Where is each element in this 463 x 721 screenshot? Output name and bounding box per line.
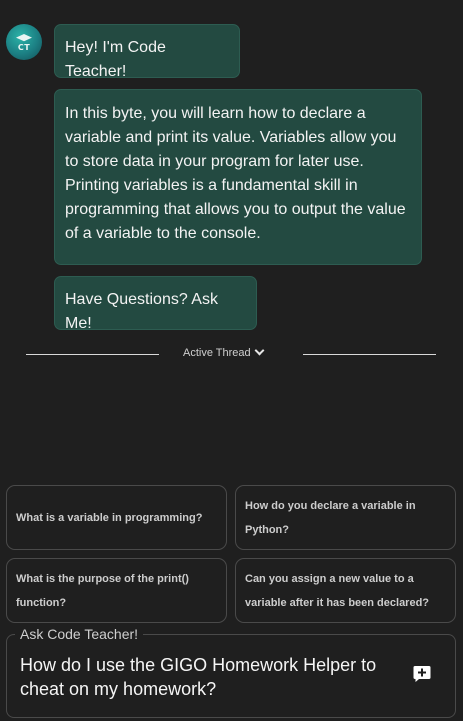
send-message-button[interactable] xyxy=(412,664,432,684)
suggestion-print-function[interactable]: What is the purpose of the print() funct… xyxy=(6,558,227,623)
suggestion-reassign-variable[interactable]: Can you assign a new value to a variable… xyxy=(235,558,456,623)
message-intro: In this byte, you will learn how to decl… xyxy=(54,89,422,265)
chevron-down-icon xyxy=(254,345,265,356)
avatar-monogram: CT xyxy=(17,43,31,52)
active-thread-toggle[interactable]: Active Thread xyxy=(183,345,265,359)
suggestion-declare-python[interactable]: How do you declare a variable in Python? xyxy=(235,485,456,550)
suggestion-variable-definition[interactable]: What is a variable in programming? xyxy=(6,485,227,550)
message-ask-prompt: Have Questions? Ask Me! xyxy=(54,276,257,332)
code-teacher-avatar: CT xyxy=(6,24,42,60)
ask-input-box[interactable]: Ask Code Teacher! How do I use the GIGO … xyxy=(6,626,456,718)
active-thread-label: Active Thread xyxy=(183,347,251,359)
message-greeting: Hey! I'm Code Teacher! xyxy=(54,24,240,80)
divider-line-left xyxy=(26,354,159,355)
ask-input-label: Ask Code Teacher! xyxy=(15,626,144,642)
message-plus-icon xyxy=(413,666,431,682)
graduation-cap-icon xyxy=(16,34,32,42)
active-thread-divider: Active Thread xyxy=(26,345,436,364)
ask-input-field[interactable]: How do I use the GIGO Homework Helper to… xyxy=(20,653,400,701)
divider-line-right xyxy=(303,354,436,355)
